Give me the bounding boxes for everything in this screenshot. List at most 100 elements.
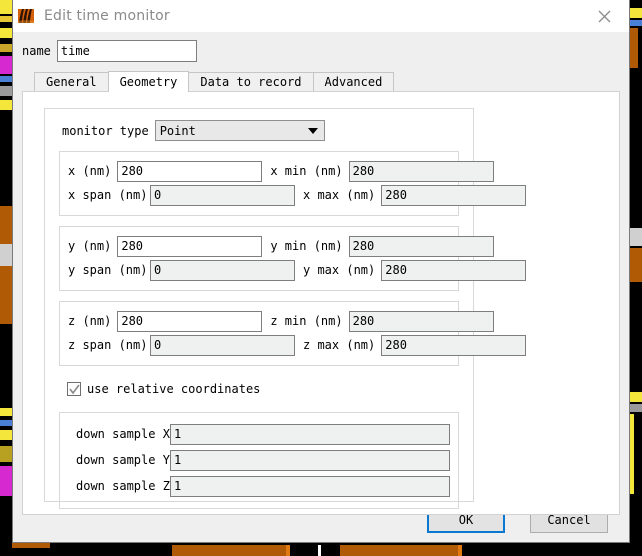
geometry-settings-frame: monitor type Point x (nm) x min (nm) x s… — [44, 108, 527, 509]
bg-stripe — [630, 228, 642, 246]
z-max-label: z max (nm) — [303, 338, 376, 352]
edit-time-monitor-dialog: Edit time monitor name General Geometry … — [12, 0, 630, 543]
geometry-tab-panel: monitor type Point x (nm) x min (nm) x s… — [22, 91, 620, 515]
bg-stripe — [630, 28, 638, 68]
z-span-input[interactable] — [150, 334, 295, 356]
x-min-label: x min (nm) — [270, 164, 343, 178]
down-sample-group: down sample X down sample Y down sample … — [59, 412, 459, 509]
bg-stripe — [458, 545, 462, 556]
title-bar: Edit time monitor — [13, 0, 629, 32]
bg-stripe — [0, 100, 12, 110]
x-axis-group: x (nm) x min (nm) x span (nm) x max (nm) — [59, 151, 527, 216]
name-label: name — [22, 44, 51, 58]
x-min-input[interactable] — [348, 160, 494, 182]
down-sample-x-row: down sample X — [68, 421, 450, 447]
down-sample-z-input[interactable] — [170, 475, 450, 497]
bg-stripe — [630, 8, 642, 18]
y-label: y (nm) — [68, 239, 112, 253]
bg-stripe — [340, 545, 458, 556]
use-relative-coordinates-checkbox[interactable] — [67, 382, 81, 396]
bg-stripe — [0, 408, 12, 416]
tab-advanced[interactable]: Advanced — [312, 72, 395, 91]
y-min-input[interactable] — [348, 235, 494, 257]
z-label: z (nm) — [68, 314, 112, 328]
y-min-label: y min (nm) — [270, 239, 343, 253]
x-span-row: x span (nm) x max (nm) — [68, 183, 527, 207]
bg-stripe — [0, 86, 12, 96]
y-span-input[interactable] — [150, 259, 295, 281]
chevron-down-icon — [307, 127, 318, 134]
bg-stripe — [630, 392, 642, 402]
bg-stripe — [286, 545, 290, 556]
down-sample-y-row: down sample Y — [68, 447, 450, 473]
bg-stripe — [0, 56, 12, 74]
y-position-row: y (nm) y min (nm) — [68, 234, 494, 258]
monitor-type-label: monitor type — [62, 123, 149, 138]
tab-bar: General Geometry Data to record Advanced — [34, 71, 629, 92]
z-axis-group: z (nm) z min (nm) z span (nm) z max (nm) — [59, 301, 527, 366]
bg-stripe — [634, 414, 642, 494]
tab-geometry[interactable]: Geometry — [107, 71, 190, 92]
bg-stripe — [0, 543, 642, 556]
x-input[interactable] — [117, 160, 263, 182]
bg-stripe — [630, 20, 642, 26]
bg-stripe — [630, 248, 642, 282]
monitor-type-row: monitor type Point — [62, 120, 473, 141]
z-span-row: z span (nm) z max (nm) — [68, 333, 527, 357]
monitor-type-select[interactable]: Point — [154, 120, 325, 141]
z-max-input[interactable] — [381, 334, 527, 356]
x-span-label: x span (nm) — [68, 188, 148, 202]
name-row: name — [22, 40, 629, 62]
bg-stripe — [0, 430, 12, 440]
tab-general[interactable]: General — [34, 72, 109, 91]
monitor-type-value: Point — [159, 123, 196, 138]
bg-stripe — [0, 466, 12, 496]
y-max-input[interactable] — [381, 259, 527, 281]
y-max-label: y max (nm) — [303, 263, 376, 277]
bg-stripe — [0, 16, 12, 22]
z-input[interactable] — [117, 310, 263, 332]
use-relative-coordinates-row[interactable]: use relative coordinates — [67, 379, 473, 399]
y-span-label: y span (nm) — [68, 263, 148, 277]
bg-stripe — [630, 282, 642, 392]
x-span-input[interactable] — [150, 184, 295, 206]
tab-data-to-record[interactable]: Data to record — [188, 72, 314, 91]
bg-stripe — [0, 44, 12, 52]
down-sample-y-label: down sample Y — [76, 453, 170, 467]
checkmark-icon — [69, 384, 80, 395]
bg-stripe — [0, 116, 12, 206]
bg-stripe — [0, 420, 12, 426]
down-sample-y-input[interactable] — [170, 449, 450, 471]
bg-stripe — [318, 545, 321, 556]
y-span-row: y span (nm) y max (nm) — [68, 258, 527, 282]
down-sample-x-input[interactable] — [170, 423, 450, 445]
y-axis-group: y (nm) y min (nm) y span (nm) y max (nm) — [59, 226, 527, 291]
lumerical-flame-icon — [17, 7, 35, 25]
z-min-label: z min (nm) — [270, 314, 343, 328]
y-input[interactable] — [117, 235, 263, 257]
bg-stripe — [0, 266, 12, 324]
x-label: x (nm) — [68, 164, 112, 178]
x-max-input[interactable] — [381, 184, 527, 206]
x-position-row: x (nm) x min (nm) — [68, 159, 494, 183]
x-max-label: x max (nm) — [303, 188, 376, 202]
down-sample-z-row: down sample Z — [68, 473, 450, 499]
bg-stripe — [0, 446, 12, 462]
bg-stripe — [0, 28, 12, 38]
close-icon[interactable] — [583, 0, 625, 32]
down-sample-z-label: down sample Z — [76, 479, 170, 493]
name-input[interactable] — [56, 40, 197, 62]
bg-stripe — [630, 68, 642, 228]
z-position-row: z (nm) z min (nm) — [68, 309, 494, 333]
bg-stripe — [0, 76, 12, 82]
z-span-label: z span (nm) — [68, 338, 148, 352]
bg-stripe — [0, 0, 12, 14]
z-min-input[interactable] — [348, 310, 494, 332]
bg-stripe — [172, 545, 286, 556]
bg-stripe — [12, 543, 50, 548]
bg-stripe — [630, 404, 642, 412]
use-relative-coordinates-label: use relative coordinates — [87, 382, 261, 396]
window-title: Edit time monitor — [44, 8, 170, 24]
bg-stripe — [0, 244, 12, 266]
down-sample-x-label: down sample X — [76, 427, 170, 441]
